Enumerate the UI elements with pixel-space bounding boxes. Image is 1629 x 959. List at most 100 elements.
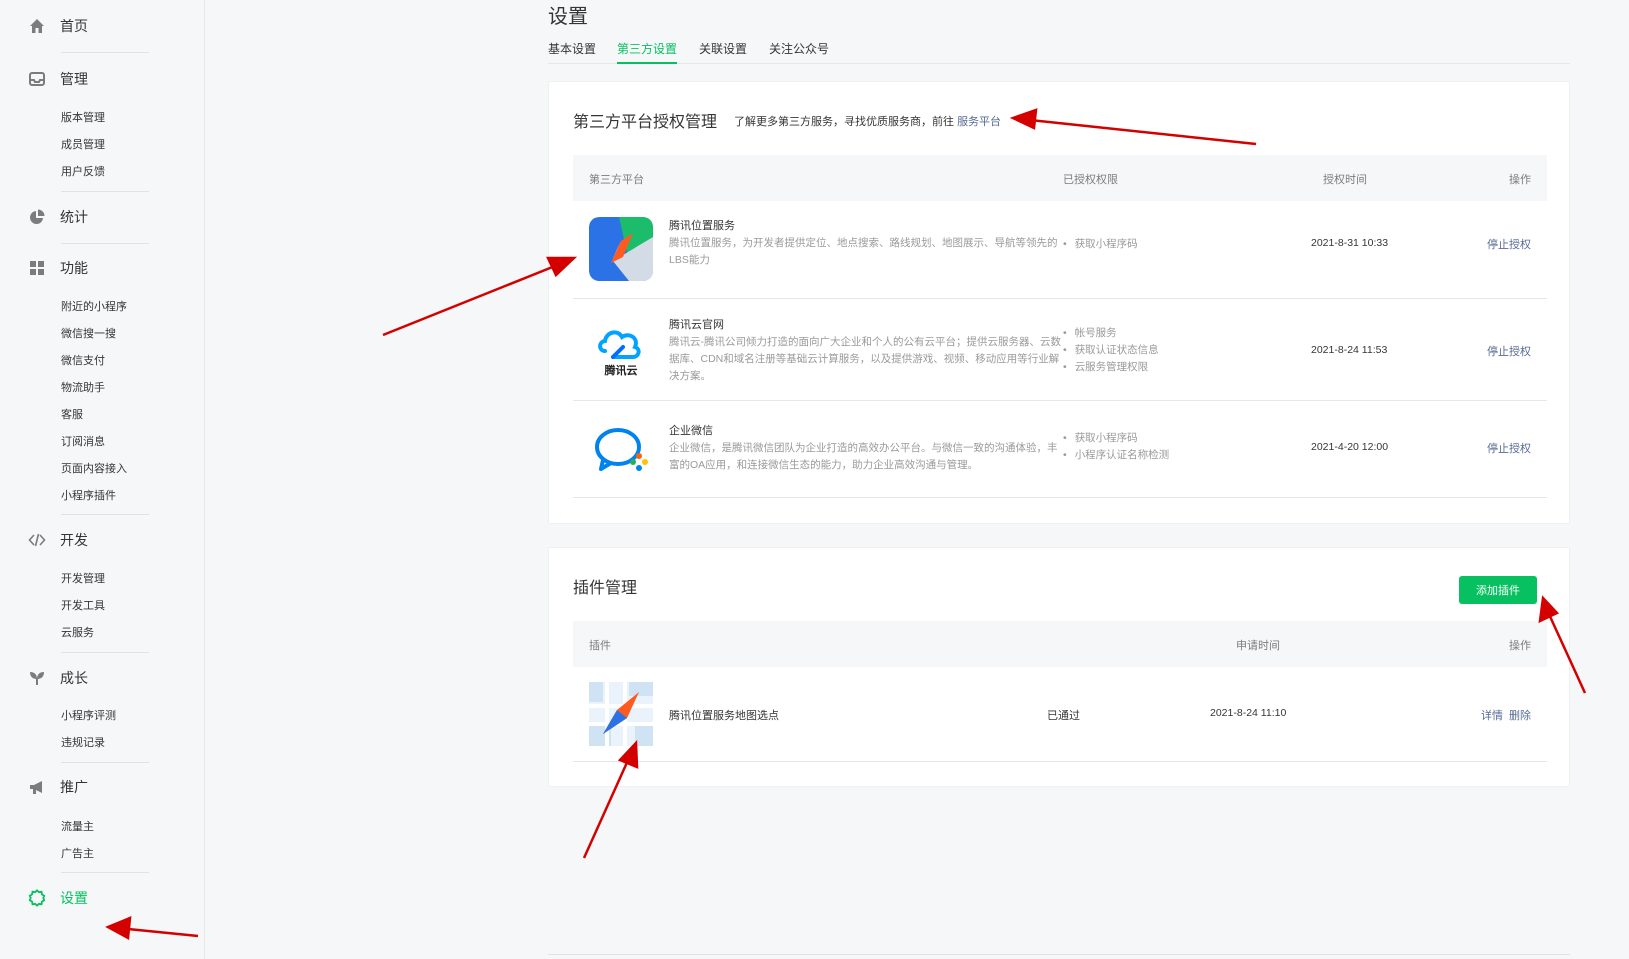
col-apply-time: 申请时间 [1236, 640, 1280, 652]
sidebar-item-service[interactable]: 客服 [61, 407, 83, 423]
nav-manage[interactable]: 管理 [28, 67, 88, 91]
divider [61, 243, 149, 244]
perm-item: 获取认证状态信息 [1063, 342, 1159, 359]
plugin-title: 插件管理 [573, 580, 638, 597]
stop-auth-button[interactable]: 停止授权 [1487, 343, 1531, 359]
sidebar-item-search[interactable]: 微信搜一搜 [61, 326, 116, 342]
nav-dev-label: 开发 [60, 532, 88, 548]
sidebar-item-dev-manage[interactable]: 开发管理 [61, 571, 105, 587]
perm-item: 获取小程序码 [1063, 236, 1138, 253]
sidebar-item-dev-tools[interactable]: 开发工具 [61, 598, 105, 614]
plugin-card: 插件管理 添加插件 插件 申请时间 操作 腾讯位置服务地图选点 已通过 2021… [548, 547, 1570, 787]
home-icon [28, 17, 46, 35]
col-operation: 操作 [1509, 174, 1531, 186]
sidebar-item-review[interactable]: 小程序评测 [61, 708, 116, 724]
perm-item: 小程序认证名称检测 [1063, 447, 1170, 464]
row-desc: 腾讯云-腾讯公司倾力打造的面向广大企业和个人的公有云平台；提供云服务器、云数据库… [669, 336, 1061, 382]
nav-promo[interactable]: 推广 [28, 775, 88, 799]
sidebar-item-logistics[interactable]: 物流助手 [61, 380, 105, 396]
perm-item: 云服务管理权限 [1063, 359, 1159, 376]
row-perms: 获取小程序码 小程序认证名称检测 [1063, 430, 1170, 464]
nav-settings-label: 设置 [60, 890, 88, 906]
footer-divider [548, 954, 1570, 955]
nav-dev[interactable]: 开发 [28, 528, 88, 552]
plugin-time: 2021-8-24 11:10 [1210, 707, 1287, 719]
plugin-delete-link[interactable]: 删除 [1509, 707, 1531, 723]
sidebar-item-versions[interactable]: 版本管理 [61, 110, 105, 126]
row-name: 腾讯位置服务 [669, 220, 735, 232]
megaphone-icon [28, 778, 46, 796]
col-permissions: 已授权权限 [1063, 174, 1118, 186]
sidebar-item-violations[interactable]: 违规记录 [61, 735, 105, 751]
sidebar-item-content[interactable]: 页面内容接入 [61, 461, 127, 477]
table-row: 腾讯云 腾讯云官网 腾讯云-腾讯公司倾力打造的面向广大企业和个人的公有云平台；提… [573, 299, 1547, 401]
sidebar-item-feedback[interactable]: 用户反馈 [61, 164, 105, 180]
third-party-table-header: 第三方平台 已授权权限 授权时间 操作 [573, 155, 1547, 201]
nav-growth-label: 成长 [60, 670, 88, 686]
sidebar-item-publisher[interactable]: 流量主 [61, 819, 94, 835]
table-row: 企业微信 企业微信，是腾讯微信团队为企业打造的高效办公平台。与微信一致的沟通体验… [573, 401, 1547, 498]
divider [61, 762, 149, 763]
nav-stats[interactable]: 统计 [28, 205, 88, 229]
tab-bar: 基本设置 第三方设置 关联设置 关注公众号 [548, 36, 1570, 64]
third-party-hint: 了解更多第三方服务，寻找优质服务商，前往 服务平台 [734, 113, 1001, 129]
perm-item: 帐号服务 [1063, 325, 1159, 342]
nav-features-label: 功能 [60, 260, 88, 276]
sidebar-item-pay[interactable]: 微信支付 [61, 353, 105, 369]
sidebar-item-subscribe[interactable]: 订阅消息 [61, 434, 105, 450]
nav-settings[interactable]: 设置 [28, 886, 88, 910]
sidebar-item-plugins[interactable]: 小程序插件 [61, 488, 116, 504]
grid-icon [28, 259, 46, 277]
page-title: 设置 [548, 6, 588, 28]
sidebar-item-cloud[interactable]: 云服务 [61, 625, 94, 641]
row-perms: 获取小程序码 [1063, 236, 1138, 253]
tencent-cloud-logo-text: 腾讯云 [605, 363, 638, 377]
plugin-detail-link[interactable]: 详情 [1481, 707, 1503, 723]
sidebar: 首页 管理 版本管理 成员管理 用户反馈 统计 功能 附近的小程序 微信搜一搜 … [0, 0, 205, 959]
divider [61, 191, 149, 192]
code-icon [28, 531, 46, 549]
nav-growth[interactable]: 成长 [28, 666, 88, 690]
nav-stats-label: 统计 [60, 209, 88, 225]
sidebar-item-advertiser[interactable]: 广告主 [61, 846, 94, 862]
nav-manage-label: 管理 [60, 71, 88, 87]
nav-features[interactable]: 功能 [28, 256, 88, 280]
hint-text: 了解更多第三方服务，寻找优质服务商，前往 [734, 116, 958, 128]
tencent-cloud-icon: 腾讯云 [589, 317, 653, 381]
row-time: 2021-8-31 10:33 [1311, 237, 1389, 249]
tab-follow[interactable]: 关注公众号 [769, 40, 829, 64]
divider [61, 652, 149, 653]
table-row: 腾讯位置服务 腾讯位置服务，为开发者提供定位、地点搜索、路线规划、地图展示、导航… [573, 202, 1547, 299]
service-platform-link[interactable]: 服务平台 [957, 116, 1001, 128]
stop-auth-button[interactable]: 停止授权 [1487, 236, 1531, 252]
col-operation: 操作 [1509, 640, 1531, 652]
table-row: 腾讯位置服务地图选点 已通过 2021-8-24 11:10 详情 删除 [573, 668, 1547, 762]
stop-auth-button[interactable]: 停止授权 [1487, 440, 1531, 456]
gear-icon [28, 889, 46, 907]
third-party-title: 第三方平台授权管理 [573, 114, 718, 131]
row-desc: 腾讯位置服务，为开发者提供定位、地点搜索、路线规划、地图展示、导航等领先的LBS… [669, 237, 1058, 266]
plugin-name: 腾讯位置服务地图选点 [669, 710, 779, 722]
tab-third-party[interactable]: 第三方设置 [617, 40, 678, 64]
divider [61, 872, 149, 873]
add-plugin-button[interactable]: 添加插件 [1459, 576, 1537, 604]
pie-chart-icon [28, 208, 46, 226]
perm-item: 获取小程序码 [1063, 430, 1169, 447]
arrow-to-location-logo [382, 262, 561, 337]
col-plugin: 插件 [589, 640, 611, 652]
map-picker-icon [589, 682, 653, 746]
tab-basic[interactable]: 基本设置 [548, 40, 596, 64]
sidebar-item-members[interactable]: 成员管理 [61, 137, 105, 153]
row-name: 企业微信 [669, 425, 713, 437]
row-desc: 企业微信，是腾讯微信团队为企业打造的高效办公平台。与微信一致的沟通体验，丰富的O… [669, 442, 1058, 471]
row-time: 2021-4-20 12:00 [1311, 441, 1389, 453]
plugin-status: 已通过 [1047, 710, 1080, 722]
sprout-icon [28, 669, 46, 687]
row-perms: 帐号服务 获取认证状态信息 云服务管理权限 [1063, 325, 1159, 376]
row-name: 腾讯云官网 [669, 319, 724, 331]
nav-home[interactable]: 首页 [28, 14, 88, 38]
inbox-icon [28, 70, 46, 88]
wecom-icon [589, 417, 653, 481]
sidebar-item-nearby[interactable]: 附近的小程序 [61, 299, 127, 315]
tab-linked[interactable]: 关联设置 [699, 40, 747, 64]
